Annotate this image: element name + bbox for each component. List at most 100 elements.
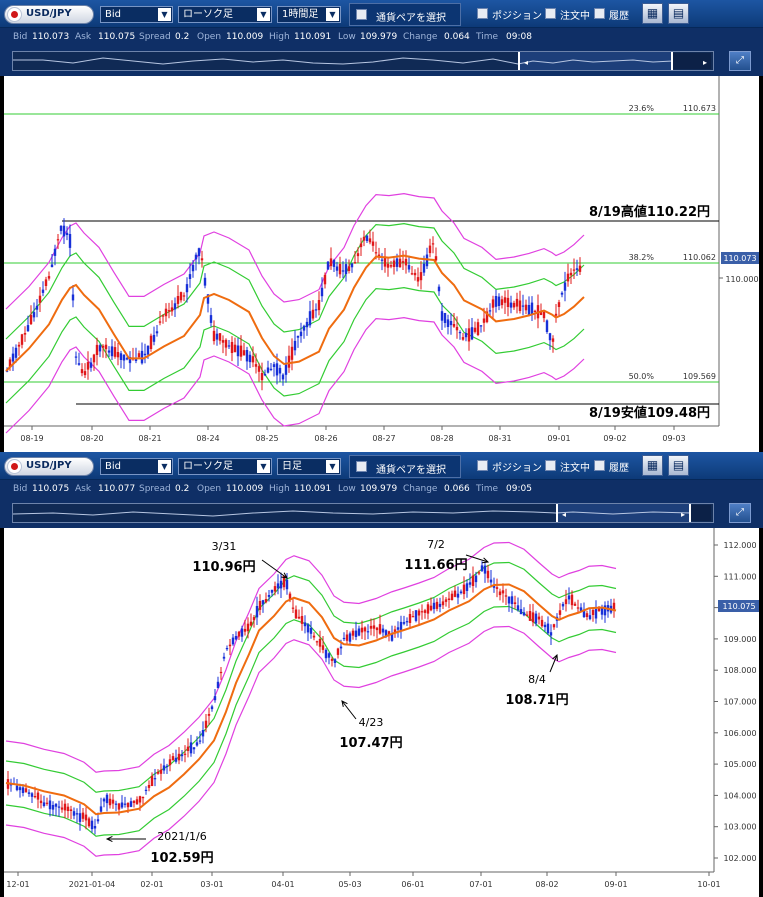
chart-settings-button[interactable]: ▦ — [642, 3, 663, 24]
candle-body — [114, 803, 118, 805]
position-checkbox[interactable] — [477, 8, 488, 19]
candle-body — [483, 565, 487, 574]
window-menu-button[interactable]: ▤ — [668, 3, 689, 24]
candle-body — [48, 800, 52, 810]
select-pair-checkbox[interactable] — [356, 461, 367, 472]
candle-body — [494, 296, 498, 307]
chart-type-select[interactable]: ローソク足 ▼ — [178, 6, 272, 23]
price-type-select[interactable]: Bid ▼ — [100, 6, 173, 23]
chart-type-select[interactable]: ローソク足 ▼ — [178, 458, 272, 475]
candle-body — [18, 787, 22, 791]
x-axis-label: 05-03 — [338, 880, 361, 889]
chevron-down-icon: ▼ — [257, 460, 270, 473]
x-axis-label: 08-31 — [488, 434, 511, 443]
currency-pair-button[interactable]: USD/JPY — [4, 5, 94, 24]
candle-body — [93, 826, 97, 829]
timeframe-select[interactable]: 日足 ▼ — [277, 458, 341, 475]
x-axis-label: 09-03 — [662, 434, 685, 443]
window-menu-icon: ▤ — [672, 458, 685, 472]
bid-value: 110.075 — [32, 484, 70, 494]
candle-body — [198, 740, 202, 742]
candle-body — [309, 627, 313, 634]
candle-body — [503, 297, 507, 303]
candle-body — [162, 765, 166, 771]
candle-body — [552, 624, 556, 628]
window-menu-icon: ▤ — [672, 6, 685, 20]
candle-body — [564, 599, 568, 605]
candle-body — [476, 322, 480, 335]
candle-body — [300, 616, 304, 624]
y-axis-label: 107.000 — [723, 698, 756, 707]
candle-body — [249, 621, 253, 626]
candle-body — [317, 300, 321, 311]
currency-pair-button[interactable]: USD/JPY — [4, 457, 94, 476]
candle-body — [477, 572, 481, 574]
candle-body — [279, 580, 283, 589]
candle-body — [30, 793, 34, 797]
history-checkbox[interactable] — [594, 460, 605, 471]
candle-body — [530, 302, 534, 315]
candle-body — [167, 310, 171, 312]
candle-body — [392, 260, 396, 267]
candle-body — [575, 268, 579, 270]
history-checkbox[interactable] — [594, 8, 605, 19]
candle-body — [338, 264, 342, 275]
candle-body — [285, 579, 289, 590]
currency-pair-label: USD/JPY — [26, 8, 72, 19]
chart-settings-button[interactable]: ▦ — [642, 455, 663, 476]
candle-body — [101, 345, 105, 348]
candle-body — [183, 753, 187, 755]
zoom-button[interactable]: ⤢ — [729, 503, 751, 523]
candle-body — [239, 345, 243, 357]
window-menu-button[interactable]: ▤ — [668, 455, 689, 476]
candle-body — [23, 333, 27, 335]
candle-body — [164, 308, 168, 317]
navigator-scrollbar[interactable]: ◂ ▸ — [12, 51, 714, 71]
candle-body — [597, 608, 601, 612]
candle-body — [261, 600, 265, 605]
candle-body — [402, 622, 406, 624]
x-axis-label: 06-01 — [401, 880, 424, 889]
candle-body — [69, 809, 73, 811]
candle-body — [50, 264, 54, 268]
position-checkbox[interactable] — [477, 460, 488, 471]
candle-body — [345, 634, 349, 641]
fib-percent-label: 38.2% — [629, 253, 655, 262]
candle-body — [87, 818, 91, 827]
timeframe-select[interactable]: 1時間足 ▼ — [277, 6, 341, 23]
candle-body — [264, 599, 268, 603]
candle-body — [515, 298, 519, 307]
candle-body — [147, 785, 151, 788]
candle-body — [222, 656, 226, 659]
candle-body — [156, 772, 160, 774]
candle-body — [359, 243, 363, 248]
zoom-button[interactable]: ⤢ — [729, 51, 751, 71]
price-type-select[interactable]: Bid ▼ — [100, 458, 173, 475]
select-pair-checkbox[interactable] — [356, 9, 367, 20]
quote-bar: Bid 110.073 Ask 110.075 Spread 0.2 Open … — [0, 28, 763, 46]
candle-body — [122, 354, 126, 361]
candle-body — [176, 296, 180, 304]
candle-body — [458, 332, 462, 334]
candle-body — [452, 324, 456, 327]
candle-body — [123, 803, 127, 805]
candle-body — [329, 258, 333, 267]
candle-body — [119, 353, 123, 360]
candle-body — [248, 354, 252, 363]
select-pair-button[interactable]: 通貨ペアを選択 — [349, 455, 461, 478]
orders-checkbox[interactable] — [545, 460, 556, 471]
select-pair-button[interactable]: 通貨ペアを選択 — [349, 3, 461, 26]
candle-body — [473, 327, 477, 332]
y-axis-label: 111.000 — [723, 572, 756, 581]
candle-body — [293, 340, 297, 351]
candle-body — [428, 245, 432, 254]
candle-body — [354, 630, 358, 637]
candle-body — [228, 644, 232, 647]
orders-checkbox[interactable] — [545, 8, 556, 19]
candle-body — [188, 274, 192, 279]
orders-label: 注文中 — [560, 11, 590, 22]
candle-body — [519, 609, 523, 615]
candle-body — [330, 658, 334, 661]
navigator-scrollbar[interactable]: ◂ ▸ — [12, 503, 714, 523]
candle-body — [407, 265, 411, 270]
